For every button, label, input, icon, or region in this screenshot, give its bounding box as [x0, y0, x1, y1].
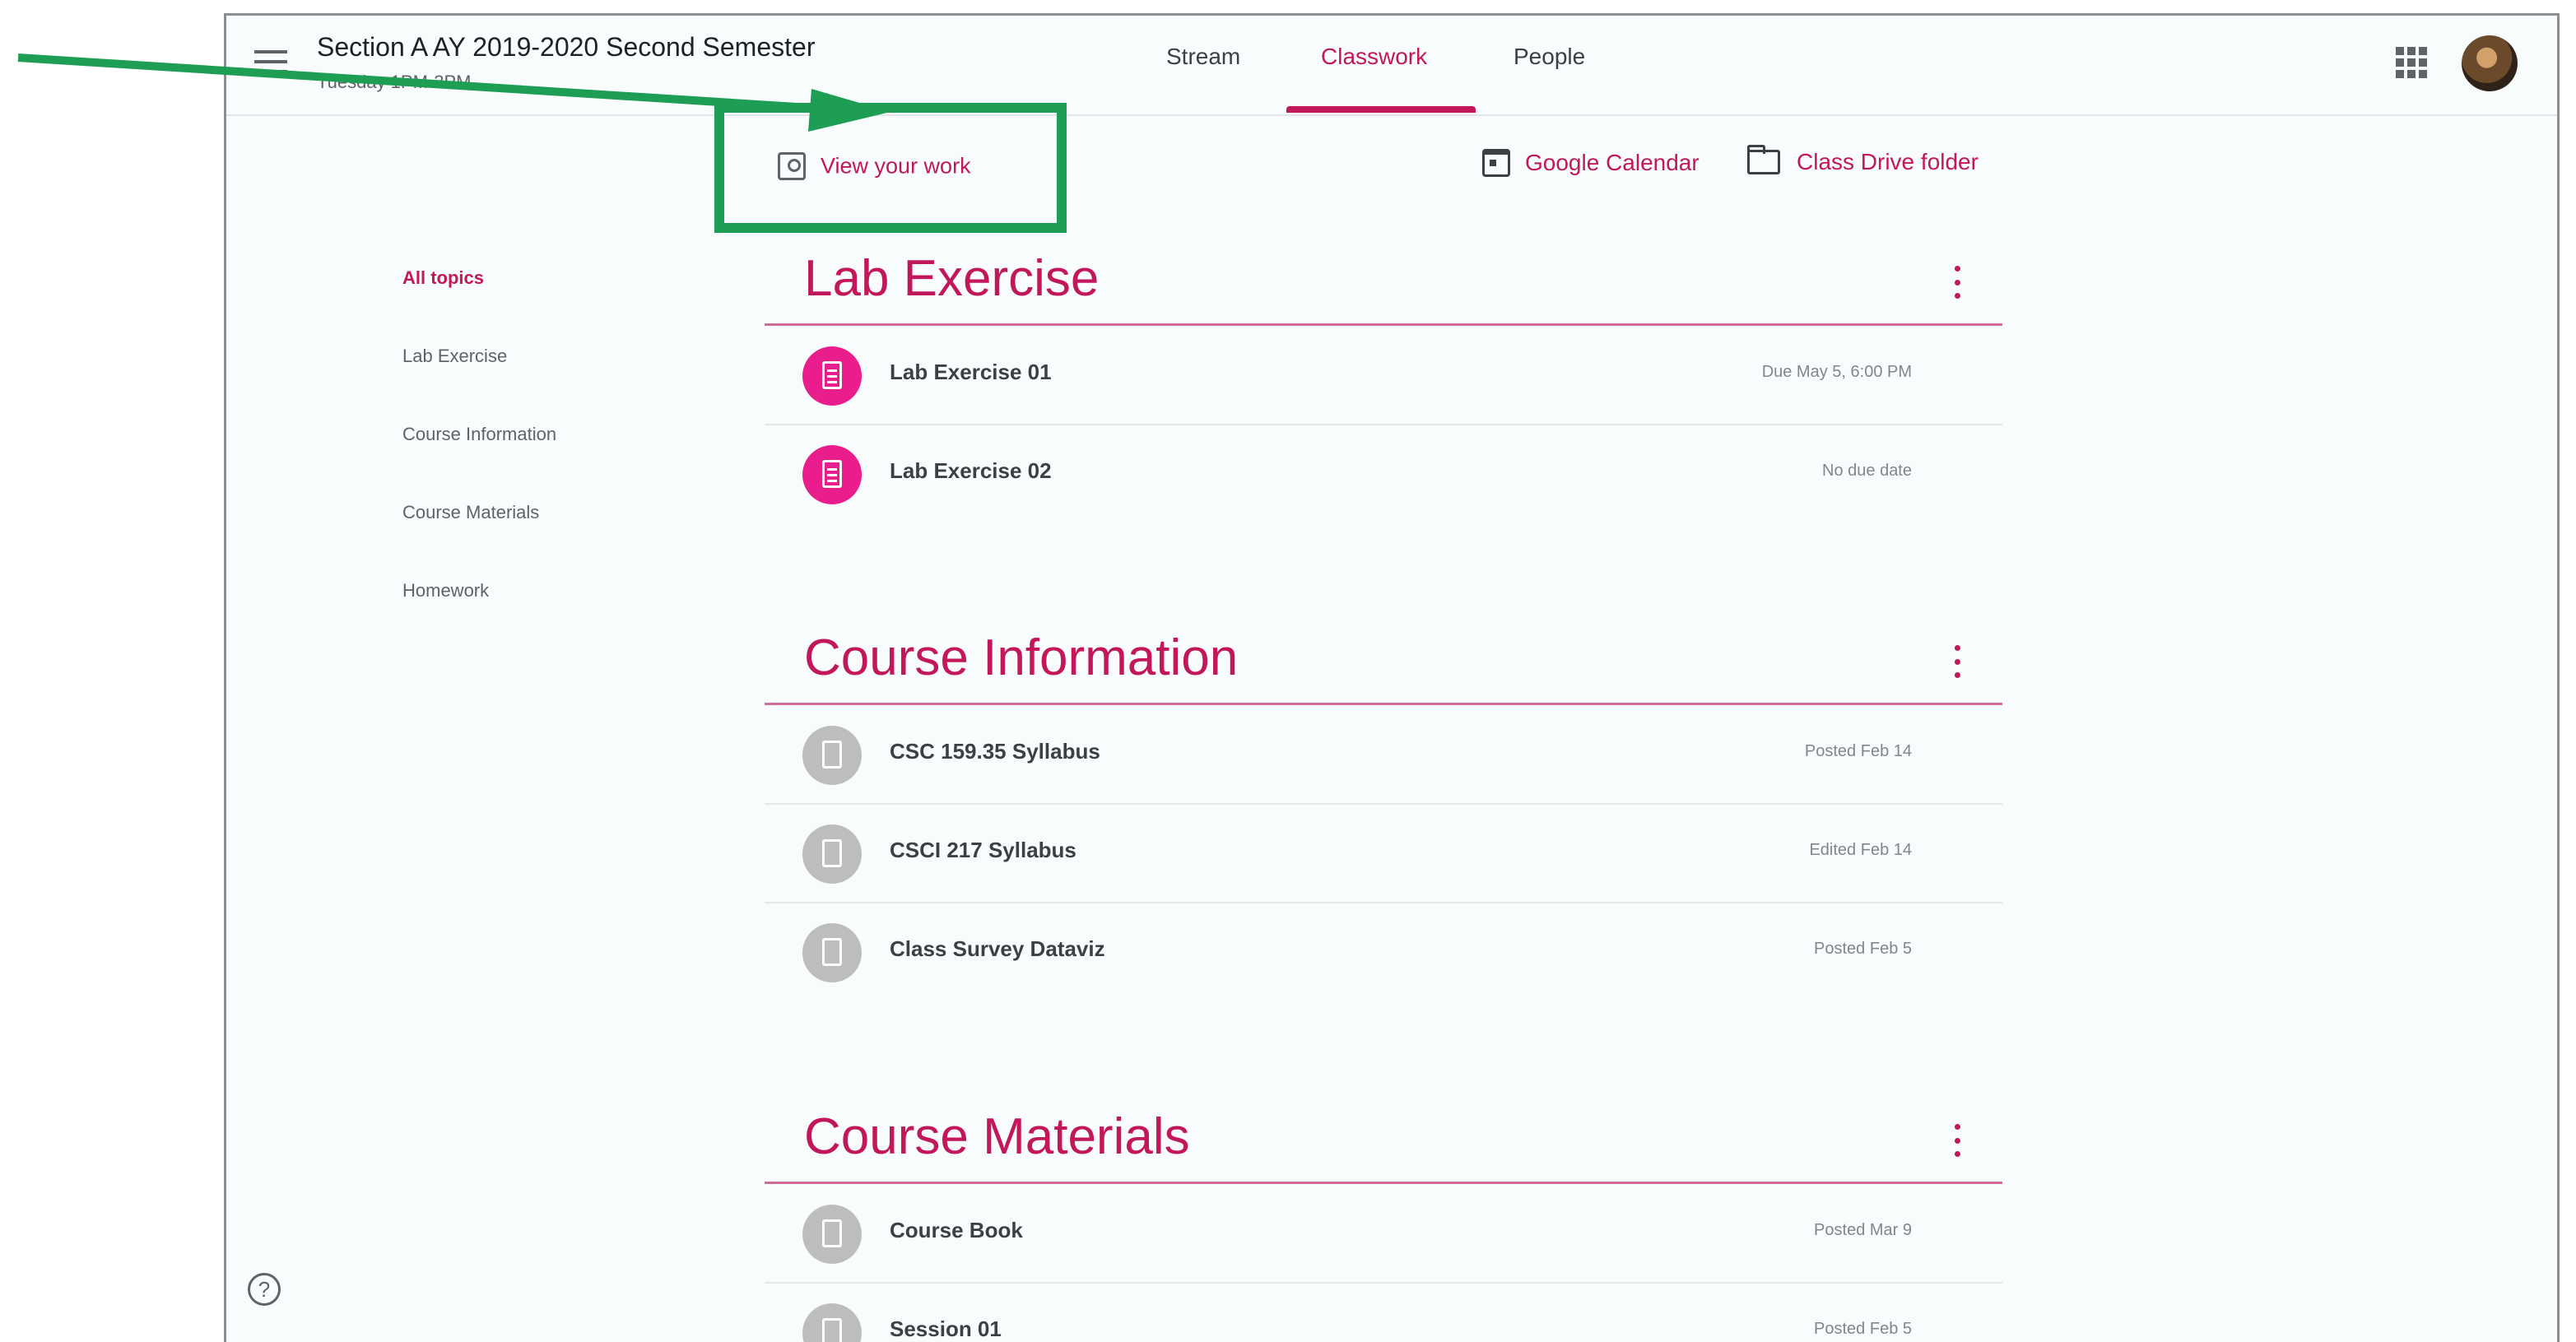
view-your-work-link[interactable]: View your work: [778, 152, 971, 180]
item-posted-date: Posted Mar 9: [1814, 1221, 1912, 1239]
item-name: Class Survey Dataviz: [890, 936, 1105, 961]
material-row[interactable]: Class Survey Dataviz Posted Feb 5: [765, 903, 2002, 1002]
apps-grid-icon[interactable]: [2396, 47, 2427, 78]
material-row[interactable]: Session 01 Posted Feb 5: [765, 1284, 2002, 1342]
material-row[interactable]: Course Book Posted Mar 9: [765, 1185, 2002, 1284]
material-icon: [802, 824, 862, 884]
tab-people[interactable]: People: [1514, 44, 1585, 70]
calendar-icon: [1482, 149, 1510, 177]
material-icon: [802, 1205, 862, 1264]
section-title: Course Materials: [804, 1108, 1190, 1165]
item-name: Course Book: [890, 1218, 1023, 1242]
classroom-window: Section A AY 2019-2020 Second Semester T…: [224, 13, 2560, 1342]
item-due-date: Due May 5, 6:00 PM: [1761, 363, 1912, 381]
section-title: Lab Exercise: [804, 250, 1100, 307]
view-your-work-label: View your work: [821, 153, 971, 179]
class-drive-folder-label: Class Drive folder: [1797, 149, 1978, 174]
material-icon: [802, 1303, 862, 1342]
item-name: Lab Exercise 02: [890, 458, 1052, 483]
topic-homework[interactable]: Homework: [402, 580, 489, 601]
section-divider: [765, 323, 2002, 326]
folder-icon: [1747, 145, 1780, 174]
tab-stream[interactable]: Stream: [1166, 44, 1240, 70]
assignment-icon: [802, 445, 862, 504]
section-title: Course Information: [804, 629, 1239, 686]
help-icon[interactable]: ?: [248, 1273, 281, 1306]
item-name: Session 01: [890, 1316, 1002, 1341]
top-app-bar: Section A AY 2019-2020 Second Semester T…: [226, 16, 2557, 116]
assignment-icon: [802, 346, 862, 406]
topic-course-information[interactable]: Course Information: [402, 424, 556, 445]
google-calendar-label: Google Calendar: [1525, 150, 1700, 175]
item-name: Lab Exercise 01: [890, 360, 1052, 384]
class-title[interactable]: Section A AY 2019-2020 Second Semester: [317, 32, 815, 63]
topic-all-topics[interactable]: All topics: [402, 267, 484, 289]
tab-classwork[interactable]: Classwork: [1321, 44, 1427, 70]
more-options-icon[interactable]: [1953, 266, 1961, 299]
item-posted-date: Edited Feb 14: [1809, 841, 1912, 859]
user-avatar[interactable]: [2462, 35, 2518, 91]
more-options-icon[interactable]: [1953, 1124, 1961, 1157]
class-subtitle: Tuesday 1PM-3PM: [317, 72, 472, 92]
topic-lab-exercise[interactable]: Lab Exercise: [402, 346, 507, 367]
section-divider: [765, 703, 2002, 705]
assignment-row[interactable]: Lab Exercise 01 Due May 5, 6:00 PM: [765, 327, 2002, 425]
material-row[interactable]: CSCI 217 Syllabus Edited Feb 14: [765, 805, 2002, 903]
more-options-icon[interactable]: [1953, 645, 1961, 678]
item-posted-date: Posted Feb 5: [1814, 1320, 1912, 1338]
item-due-date: No due date: [1822, 462, 1912, 480]
material-row[interactable]: CSC 159.35 Syllabus Posted Feb 14: [765, 706, 2002, 805]
section-divider: [765, 1182, 2002, 1184]
menu-icon[interactable]: [254, 50, 287, 75]
topic-course-materials[interactable]: Course Materials: [402, 502, 539, 523]
item-posted-date: Posted Feb 5: [1814, 940, 1912, 958]
material-icon: [802, 726, 862, 785]
item-name: CSC 159.35 Syllabus: [890, 739, 1100, 764]
item-name: CSCI 217 Syllabus: [890, 838, 1076, 862]
item-posted-date: Posted Feb 14: [1804, 742, 1912, 760]
assignment-row[interactable]: Lab Exercise 02 No due date: [765, 425, 2002, 524]
active-tab-indicator: [1286, 106, 1476, 113]
google-calendar-link[interactable]: Google Calendar: [1482, 149, 1700, 177]
assignment-ind-icon: [778, 152, 806, 180]
material-icon: [802, 923, 862, 982]
class-drive-folder-link[interactable]: Class Drive folder: [1747, 145, 1978, 175]
